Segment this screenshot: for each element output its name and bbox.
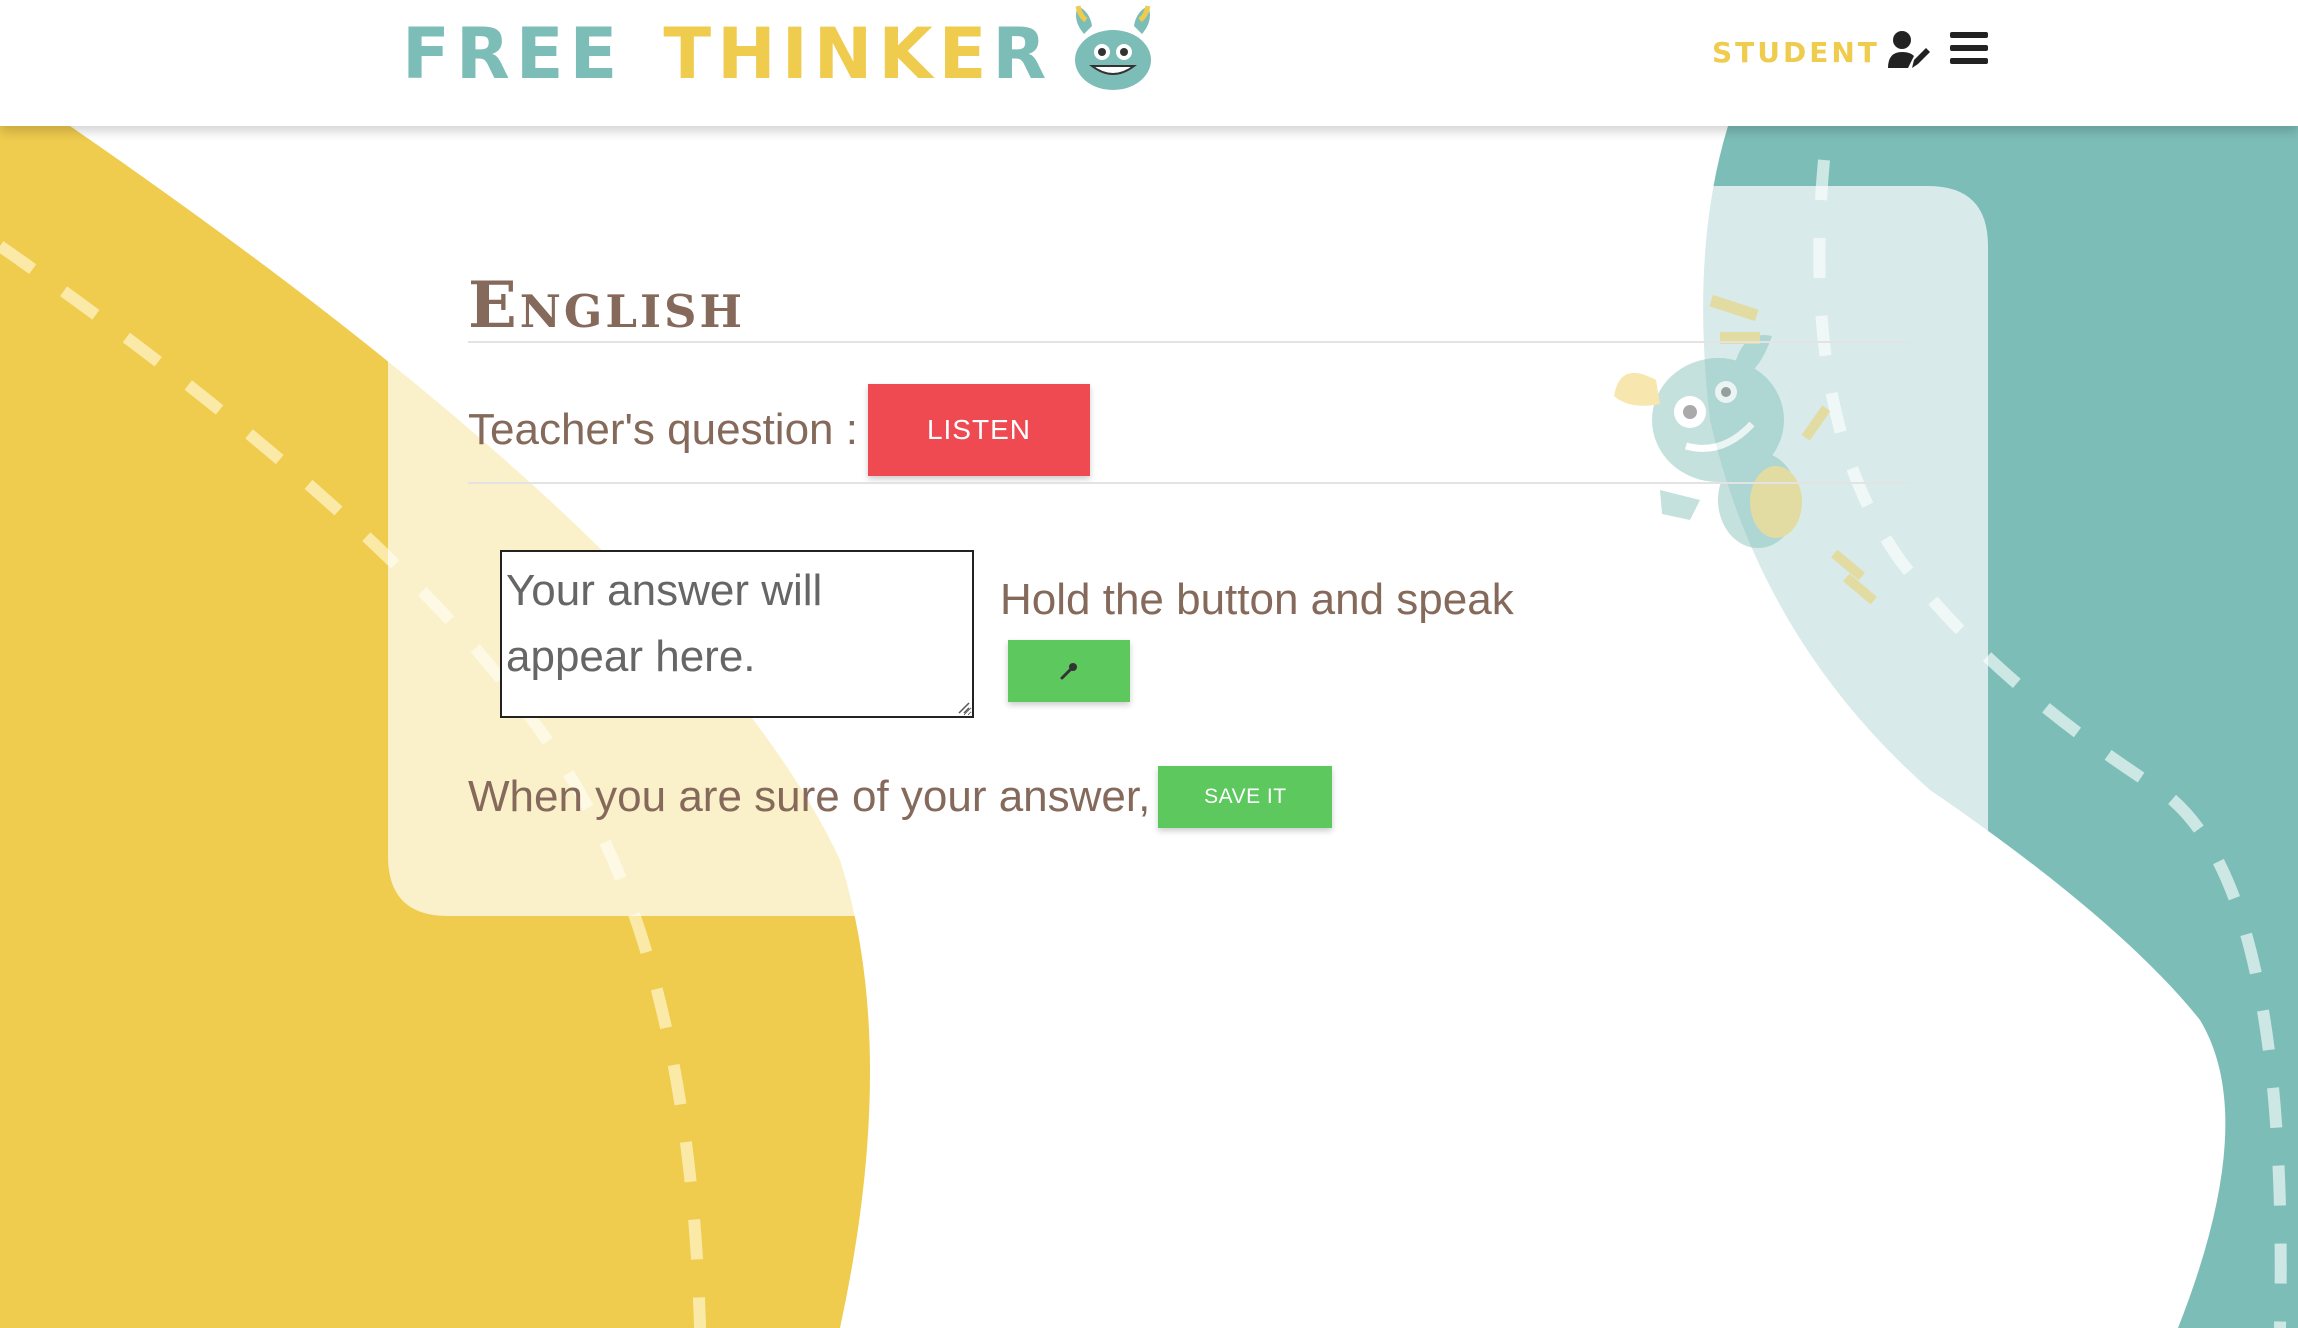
top-navbar: FREE THINKE R STUDENT xyxy=(0,0,2298,126)
user-edit-icon[interactable] xyxy=(1886,28,1930,72)
question-label: Teacher's question : xyxy=(468,405,858,454)
microphone-icon xyxy=(1060,663,1077,680)
divider xyxy=(468,341,1908,343)
listen-button[interactable]: LISTEN xyxy=(867,384,1090,476)
save-button[interactable]: SAVE IT xyxy=(1158,766,1333,828)
background-decoration xyxy=(0,126,2298,1328)
hamburger-menu-icon[interactable] xyxy=(1948,28,1990,68)
question-row: Teacher's question : LISTEN xyxy=(468,384,1090,476)
answer-placeholder: Your answer will appear here. xyxy=(506,566,823,681)
app-logo[interactable]: FREE THINKE R xyxy=(402,14,1052,94)
logo-monster-icon xyxy=(1075,5,1151,90)
save-row: When you are sure of your answer, SAVE I… xyxy=(468,766,1333,828)
role-label: STUDENT xyxy=(1712,36,1880,69)
logo-word-r: R xyxy=(992,13,1053,95)
divider xyxy=(468,482,1908,484)
page: FREE THINKE R STUDENT English Teacher's … xyxy=(0,0,2298,1328)
resize-grip-icon[interactable] xyxy=(956,700,970,714)
logo-word-free: FREE xyxy=(402,13,624,95)
speak-instruction: Hold the button and speak xyxy=(1000,575,1514,624)
logo-word-thinker: THINKE xyxy=(663,13,993,95)
subject-title: English xyxy=(468,268,746,343)
save-prompt: When you are sure of your answer, xyxy=(468,772,1151,821)
record-button[interactable] xyxy=(1008,640,1130,702)
answer-textarea[interactable]: Your answer will appear here. xyxy=(500,550,974,718)
